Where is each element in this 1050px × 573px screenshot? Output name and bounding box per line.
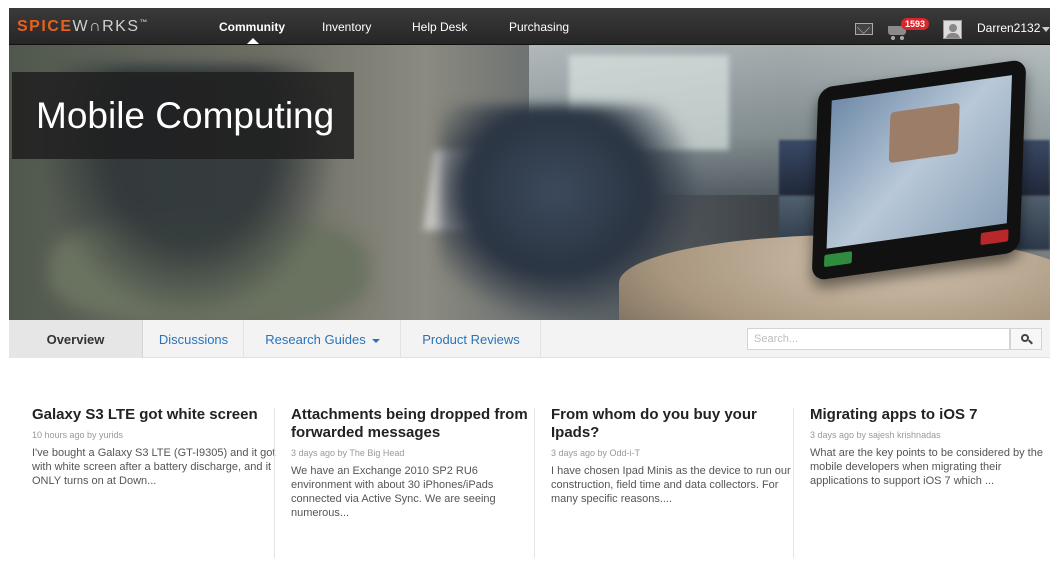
list-item: Galaxy S3 LTE got white screen 10 hours … bbox=[32, 406, 280, 556]
active-nav-indicator bbox=[247, 38, 259, 44]
spiceworks-logo[interactable]: SPICEW∩RKS™ bbox=[17, 18, 149, 36]
tab-label: Overview bbox=[46, 332, 105, 347]
page-title: Mobile Computing bbox=[12, 72, 355, 159]
chevron-down-icon bbox=[371, 338, 380, 343]
logo-trademark: ™ bbox=[139, 18, 150, 27]
article-meta: 3 days ago by The Big Head bbox=[291, 448, 405, 458]
user-avatar[interactable] bbox=[943, 20, 962, 39]
cart-count-badge: 1593 bbox=[901, 18, 930, 30]
article-meta: 3 days ago by Odd-i-T bbox=[551, 448, 641, 458]
tab-discussions[interactable]: Discussions bbox=[143, 320, 244, 358]
list-item: Migrating apps to iOS 7 3 days ago by sa… bbox=[793, 406, 1050, 558]
article-excerpt: We have an Exchange 2010 SP2 RU6 environ… bbox=[291, 465, 496, 519]
article-excerpt: I've bought a Galaxy S3 LTE (GT-I9305) a… bbox=[32, 447, 276, 487]
article-excerpt: I have chosen Ipad Minis as the device t… bbox=[551, 465, 791, 505]
search-input[interactable] bbox=[747, 328, 1010, 350]
tab-product-reviews[interactable]: Product Reviews bbox=[401, 320, 541, 358]
article-excerpt: What are the key points to be considered… bbox=[810, 447, 1043, 487]
nav-inventory[interactable]: Inventory bbox=[322, 20, 371, 34]
list-item: From whom do you buy your Ipads? 3 days … bbox=[534, 406, 799, 558]
mail-icon[interactable] bbox=[855, 23, 873, 35]
nav-community[interactable]: Community bbox=[219, 20, 285, 34]
nav-help-desk[interactable]: Help Desk bbox=[412, 20, 467, 34]
tab-label: Product Reviews bbox=[422, 332, 520, 347]
top-navigation-bar: SPICEW∩RKS™ Community Inventory Help Des… bbox=[9, 8, 1050, 45]
list-item: Attachments being dropped from forwarded… bbox=[274, 406, 539, 558]
article-title[interactable]: Galaxy S3 LTE got white screen bbox=[32, 406, 280, 424]
chevron-down-icon[interactable] bbox=[1042, 27, 1050, 32]
tab-label: Discussions bbox=[158, 332, 229, 347]
column-divider bbox=[793, 408, 794, 558]
logo-text-works: W∩RKS bbox=[72, 18, 140, 35]
tablet-illustration bbox=[811, 58, 1027, 282]
logo-text-spice: SPICE bbox=[17, 18, 73, 35]
article-meta: 10 hours ago by yurids bbox=[32, 430, 124, 440]
tab-overview[interactable]: Overview bbox=[9, 320, 143, 358]
column-divider bbox=[274, 408, 275, 558]
tab-label: Research Guides bbox=[265, 332, 366, 347]
username-menu[interactable]: Darren2132 bbox=[977, 21, 1040, 35]
nav-purchasing[interactable]: Purchasing bbox=[509, 20, 569, 34]
article-title[interactable]: Migrating apps to iOS 7 bbox=[810, 406, 1050, 424]
article-title[interactable]: Attachments being dropped from forwarded… bbox=[291, 406, 539, 442]
article-meta: 3 days ago by sajesh krishnadas bbox=[810, 430, 941, 440]
tab-research-guides[interactable]: Research Guides bbox=[244, 320, 401, 358]
column-divider bbox=[534, 408, 535, 558]
discussion-list: Galaxy S3 LTE got white screen 10 hours … bbox=[9, 358, 1050, 573]
article-title[interactable]: From whom do you buy your Ipads? bbox=[551, 406, 799, 442]
search-button[interactable] bbox=[1010, 328, 1042, 350]
